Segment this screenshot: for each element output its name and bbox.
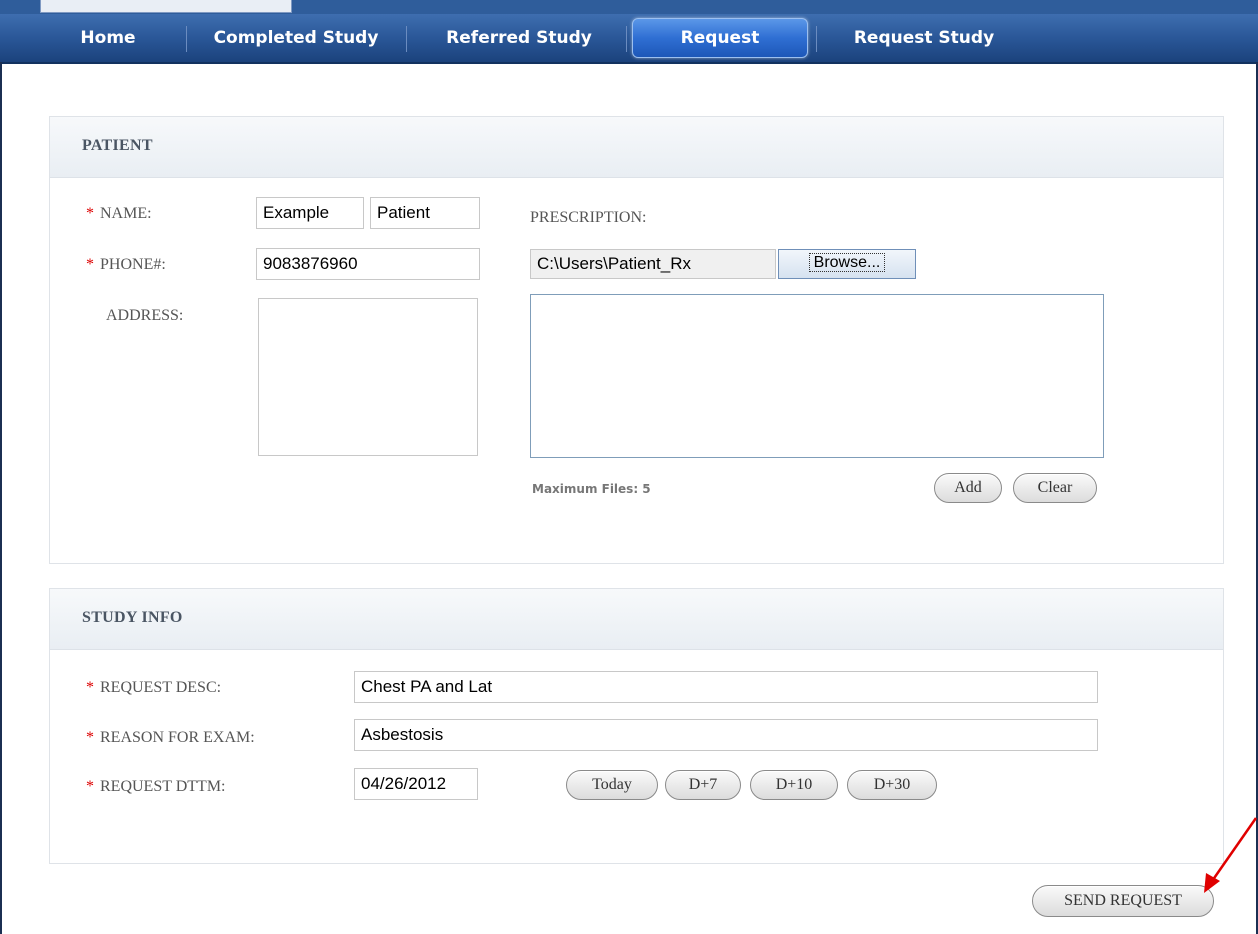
header-tab-remnant	[40, 0, 292, 13]
clear-files-button[interactable]: Clear	[1013, 473, 1097, 503]
phone-label: * PHONE#:	[86, 256, 166, 274]
name-label-text: NAME:	[100, 205, 152, 222]
phone-label-text: PHONE#:	[100, 256, 166, 273]
patient-panel-header: PATIENT	[50, 117, 1223, 178]
required-marker: *	[86, 679, 94, 696]
window-border-left	[0, 62, 2, 934]
request-desc-input[interactable]: Chest PA and Lat	[354, 671, 1098, 703]
prescription-file-path[interactable]: C:\Users\Patient_Rx	[530, 249, 776, 279]
d7-button[interactable]: D+7	[665, 770, 741, 800]
nav-completed-study[interactable]: Completed Study	[192, 20, 400, 56]
address-label: ADDRESS:	[106, 307, 184, 324]
send-request-button[interactable]: SEND REQUEST	[1032, 885, 1214, 917]
reason-for-exam-label-text: REASON FOR EXAM:	[100, 729, 255, 746]
last-name-input[interactable]: Patient	[370, 197, 480, 229]
d10-button[interactable]: D+10	[750, 770, 838, 800]
nav-separator	[816, 26, 817, 52]
top-strip	[0, 0, 1258, 14]
request-desc-label: * REQUEST DESC:	[86, 679, 221, 697]
prescription-file-list[interactable]	[530, 294, 1104, 458]
today-button[interactable]: Today	[566, 770, 658, 800]
required-marker: *	[86, 778, 94, 795]
nav-request-study[interactable]: Request Study	[826, 20, 1022, 56]
study-info-panel-header: STUDY INFO	[50, 589, 1223, 650]
required-marker: *	[86, 256, 94, 273]
prescription-label: PRESCRIPTION:	[530, 209, 647, 226]
name-label: * NAME:	[86, 205, 152, 223]
first-name-input[interactable]: Example	[256, 197, 364, 229]
max-files-note: Maximum Files: 5	[532, 482, 651, 496]
add-file-button[interactable]: Add	[934, 473, 1002, 503]
nav-bar: Home Completed Study Referred Study Requ…	[0, 14, 1258, 64]
nav-referred-study[interactable]: Referred Study	[416, 20, 622, 56]
address-textarea[interactable]	[258, 298, 478, 456]
reason-for-exam-input[interactable]: Asbestosis	[354, 719, 1098, 751]
browse-button-label: Browse...	[808, 253, 886, 272]
request-dttm-input[interactable]: 04/26/2012	[354, 768, 478, 800]
nav-request[interactable]: Request	[632, 18, 808, 58]
request-dttm-label: * REQUEST DTTM:	[86, 778, 225, 796]
d30-button[interactable]: D+30	[847, 770, 937, 800]
nav-home[interactable]: Home	[48, 20, 168, 56]
browse-button[interactable]: Browse...	[778, 249, 916, 279]
request-desc-label-text: REQUEST DESC:	[100, 679, 222, 696]
required-marker: *	[86, 205, 94, 222]
nav-separator	[186, 26, 187, 52]
nav-separator	[406, 26, 407, 52]
phone-input[interactable]: 9083876960	[256, 248, 480, 280]
request-dttm-label-text: REQUEST DTTM:	[100, 778, 226, 795]
required-marker: *	[86, 729, 94, 746]
nav-separator	[626, 26, 627, 52]
reason-for-exam-label: * REASON FOR EXAM:	[86, 729, 255, 747]
